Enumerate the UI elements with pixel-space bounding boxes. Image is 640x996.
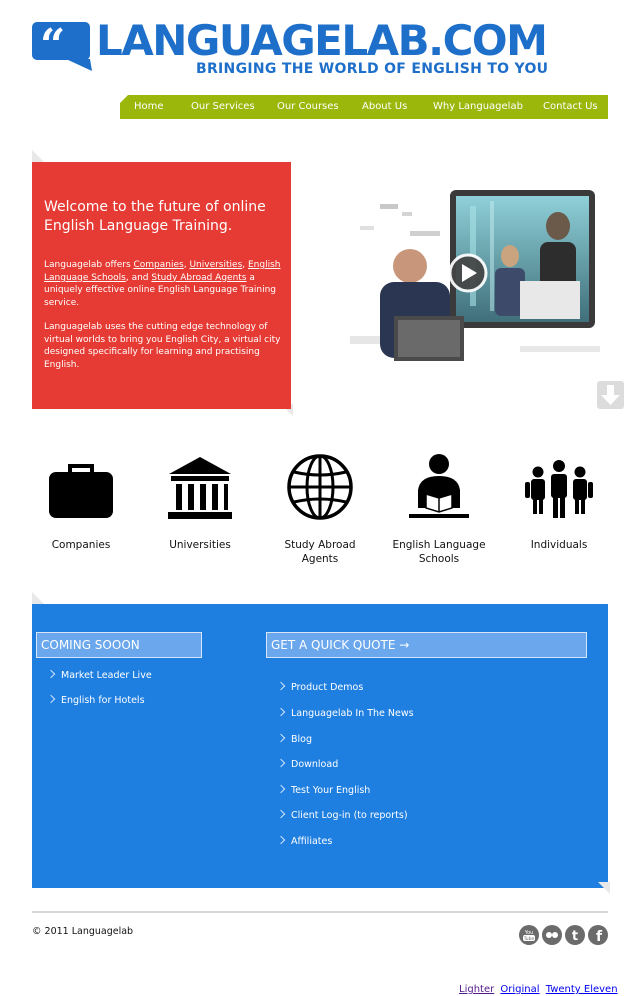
style-link-lighter[interactable]: Lighter <box>459 984 494 995</box>
link-product-demos[interactable]: Product Demos <box>276 681 364 693</box>
style-switcher: Lighter Original Twenty Eleven <box>459 984 618 995</box>
link-label: Download <box>291 759 339 770</box>
link-in-the-news[interactable]: Languagelab In The News <box>276 707 414 719</box>
flickr-icon[interactable] <box>542 925 562 945</box>
nav-our-courses[interactable]: Our Courses <box>277 95 339 119</box>
category-label: Individuals <box>530 539 588 551</box>
copyright-text: © 2011 Languagelab <box>32 926 134 937</box>
link-english-for-hotels[interactable]: English for Hotels <box>46 694 145 706</box>
link-label: Product Demos <box>291 682 364 693</box>
link-label: Test Your English <box>291 785 371 796</box>
welcome-title: Welcome to the future of online English … <box>44 199 266 234</box>
link-label: Languagelab In The News <box>291 708 414 719</box>
links-section: COMING SOOON Market Leader Live English … <box>32 604 608 888</box>
university-icon <box>168 457 232 519</box>
category-label: Study Abroad Agents <box>284 539 356 565</box>
link-label: English for Hotels <box>61 695 145 706</box>
category-label: Universities <box>169 539 231 551</box>
welcome-panel: Welcome to the future of online English … <box>32 162 291 409</box>
nav-home[interactable]: Home <box>134 95 164 119</box>
link-download[interactable]: Download <box>276 758 339 770</box>
welcome-text: Languagelab offers <box>44 260 134 270</box>
link-companies[interactable]: Companies <box>134 260 184 270</box>
style-link-twenty-eleven[interactable]: Twenty Eleven <box>546 984 618 995</box>
link-blog[interactable]: Blog <box>276 733 312 745</box>
nav-why-languagelab[interactable]: Why Languagelab <box>433 95 523 119</box>
site-logo[interactable]: LANGUAGELAB.COM <box>96 16 548 66</box>
svg-text:t: t <box>572 929 578 944</box>
category-label: Companies <box>51 539 111 551</box>
link-market-leader-live[interactable]: Market Leader Live <box>46 669 152 681</box>
briefcase-icon <box>49 464 113 518</box>
svg-text:Tube: Tube <box>523 936 535 942</box>
link-universities[interactable]: Universities <box>189 260 242 270</box>
twitter-icon[interactable]: t <box>565 925 585 945</box>
welcome-paragraph-technology: Languagelab uses the cutting edge techno… <box>44 322 281 370</box>
logo-icon[interactable]: “ <box>32 20 92 72</box>
people-icon <box>525 460 593 518</box>
reader-icon <box>409 454 469 518</box>
youtube-icon[interactable]: You Tube <box>519 925 539 945</box>
svg-text:“: “ <box>40 22 65 71</box>
category-study-abroad-agents[interactable]: Study Abroad Agents <box>265 452 375 566</box>
coming-soon-heading: COMING SOOON <box>36 632 202 658</box>
link-study-abroad-agents[interactable]: Study Abroad Agents <box>151 273 246 283</box>
link-label: Client Log-in (to reports) <box>291 810 408 821</box>
nav-our-services[interactable]: Our Services <box>191 95 255 119</box>
link-label: Affiliates <box>291 836 333 847</box>
category-english-language-schools[interactable]: English Language Schools <box>384 452 494 566</box>
category-label: English Language Schools <box>392 539 486 565</box>
hero-video-image[interactable] <box>340 186 602 370</box>
footer-divider <box>32 911 608 913</box>
category-universities[interactable]: Universities <box>145 452 255 552</box>
link-label: Market Leader Live <box>61 670 152 681</box>
category-companies[interactable]: Companies <box>26 452 136 552</box>
facebook-icon[interactable]: f <box>588 925 608 945</box>
site-tagline: BRINGING THE WORLD OF ENGLISH TO YOU <box>196 61 549 77</box>
corner-fold-decoration <box>598 882 610 894</box>
link-label: Blog <box>291 734 312 745</box>
main-nav: Home Our Services Our Courses About Us W… <box>120 95 608 119</box>
arrow-down-icon[interactable] <box>597 381 624 409</box>
welcome-text: , and <box>125 272 152 283</box>
nav-about-us[interactable]: About Us <box>362 95 407 119</box>
nav-contact-us[interactable]: Contact Us <box>543 95 598 119</box>
nav-corner-fold <box>120 95 128 103</box>
link-client-login[interactable]: Client Log-in (to reports) <box>276 809 408 821</box>
svg-text:f: f <box>596 929 603 945</box>
quick-quote-heading[interactable]: GET A QUICK QUOTE → <box>266 632 587 658</box>
link-test-your-english[interactable]: Test Your English <box>276 784 371 796</box>
link-affiliates[interactable]: Affiliates <box>276 835 333 847</box>
category-individuals[interactable]: Individuals <box>504 452 614 552</box>
welcome-paragraph-offers: Languagelab offers Companies, Universiti… <box>44 259 289 309</box>
style-link-original[interactable]: Original <box>500 984 539 995</box>
globe-icon <box>287 454 353 520</box>
